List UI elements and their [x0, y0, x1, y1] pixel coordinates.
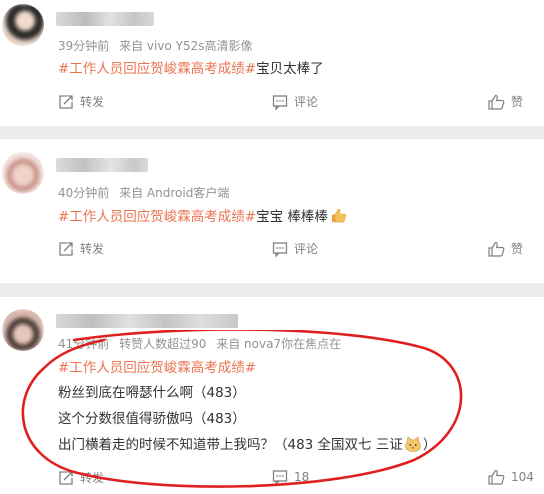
comment-button[interactable]: 18 [272, 469, 309, 485]
thumbs-up-icon [488, 469, 505, 485]
repost-icon [59, 94, 73, 109]
hashtag-link[interactable]: #工作人员回应贺峻霖高考成绩# [58, 209, 256, 225]
repost-button[interactable]: 转发 [58, 240, 104, 257]
like-button[interactable]: 104 [488, 469, 534, 485]
comment-icon [272, 94, 288, 110]
comment-card: 41分钟前 转赞人数超过90 来自 nova7你在焦点在 #工作人员回应贺峻霖高… [0, 297, 544, 494]
post-text-line: 出门横着走的时候不知道带上我吗？（483 全国双七 三证 ） [58, 433, 436, 453]
comment-button[interactable]: 评论 [272, 93, 318, 110]
post-text-segment: ） [422, 437, 437, 453]
post-meta: 39分钟前 来自 vivo Y52s高清影像 [58, 37, 252, 54]
comment-icon [272, 241, 288, 257]
repost-icon [59, 241, 73, 256]
avatar[interactable] [2, 152, 44, 194]
post-text: 宝宝 棒棒棒 [256, 209, 328, 225]
post-text-segment: 出门横着走的时候不知道带上我吗？（483 全国双七 三证 [58, 437, 403, 453]
post-text: 宝贝太棒了 [256, 61, 324, 77]
hashtag-link[interactable]: #工作人员回应贺峻霖高考成绩# [58, 61, 256, 77]
comment-button[interactable]: 评论 [272, 240, 318, 257]
hashtag-link[interactable]: #工作人员回应贺峻霖高考成绩# [58, 360, 256, 376]
repost-info: 转赞人数超过90 [119, 337, 207, 351]
post-time: 39分钟前 [58, 39, 110, 53]
repost-button[interactable]: 转发 [58, 469, 104, 486]
username-redacted[interactable] [56, 314, 238, 328]
post-content: #工作人员回应贺峻霖高考成绩#宝宝 棒棒棒 [58, 205, 346, 225]
like-button[interactable]: 赞 [488, 240, 523, 257]
post-source: 来自 vivo Y52s高清影像 [119, 39, 253, 53]
post-content: #工作人员回应贺峻霖高考成绩# [58, 356, 256, 376]
username-redacted[interactable] [56, 158, 148, 172]
like-label: 赞 [511, 95, 524, 109]
repost-label: 转发 [80, 242, 105, 256]
post-time: 41分钟前 [58, 337, 110, 351]
repost-label: 转发 [80, 471, 105, 485]
comment-label: 评论 [294, 242, 319, 256]
comment-icon [272, 470, 288, 485]
repost-button[interactable]: 转发 [58, 93, 104, 110]
repost-icon [59, 470, 73, 485]
like-count: 104 [511, 470, 534, 484]
username-redacted[interactable] [56, 12, 154, 26]
post-text-line: 这个分数很值得骄傲吗（483） [58, 411, 246, 427]
like-label: 赞 [511, 242, 524, 256]
post-meta: 41分钟前 转赞人数超过90 来自 nova7你在焦点在 [58, 335, 341, 352]
post-meta: 40分钟前 来自 Android客户端 [58, 184, 229, 201]
comment-card: 39分钟前 来自 vivo Y52s高清影像 #工作人员回应贺峻霖高考成绩#宝贝… [0, 0, 544, 126]
comment-label: 评论 [294, 95, 319, 109]
post-content: #工作人员回应贺峻霖高考成绩#宝贝太棒了 [58, 57, 324, 77]
repost-label: 转发 [80, 95, 105, 109]
comment-count: 18 [294, 470, 310, 484]
thumbs-up-emoji-icon [331, 209, 346, 223]
like-button[interactable]: 赞 [488, 93, 523, 110]
cat-emoji-icon [405, 436, 421, 452]
comment-card: 40分钟前 来自 Android客户端 #工作人员回应贺峻霖高考成绩#宝宝 棒棒… [0, 139, 544, 283]
thumbs-up-icon [488, 94, 505, 110]
avatar[interactable] [2, 309, 44, 351]
post-text-line: 粉丝到底在嘚瑟什么啊（483） [58, 385, 246, 401]
post-source: 来自 nova7你在焦点在 [216, 337, 342, 351]
post-source: 来自 Android客户端 [119, 186, 230, 200]
post-time: 40分钟前 [58, 186, 110, 200]
avatar[interactable] [2, 4, 44, 46]
thumbs-up-icon [488, 241, 505, 257]
